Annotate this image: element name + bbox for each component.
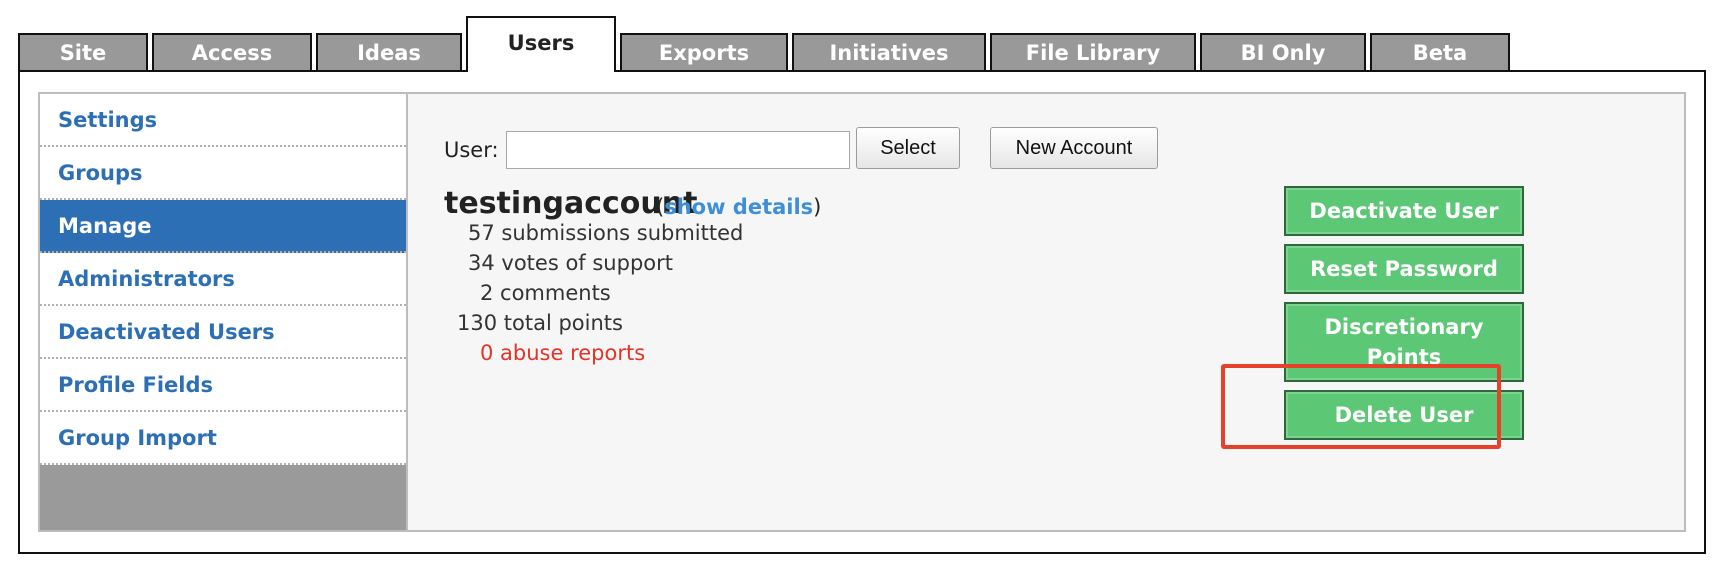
tab-users[interactable]: Users: [466, 16, 616, 72]
tab-exports[interactable]: Exports: [620, 33, 788, 71]
tab-ideas[interactable]: Ideas: [316, 33, 462, 71]
show-details-wrapper: (show details): [656, 195, 821, 219]
sidebar-item-settings[interactable]: Settings: [40, 94, 406, 147]
sidebar-item-groups[interactable]: Groups: [40, 147, 406, 200]
tab-initiatives[interactable]: Initiatives: [792, 33, 986, 71]
stat-abuse-reports[interactable]: 0 abuse reports: [480, 341, 645, 365]
stat-submissions: 57 submissions submitted: [468, 221, 744, 245]
stat-total-points: 130 total points: [457, 311, 623, 335]
deactivate-user-button[interactable]: Deactivate User: [1284, 186, 1524, 236]
users-panel: Settings Groups Manage Administrators De…: [38, 92, 1686, 532]
new-account-button[interactable]: New Account: [990, 127, 1158, 169]
user-field-label: User:: [444, 138, 499, 162]
discretionary-points-button[interactable]: Discretionary Points: [1284, 302, 1524, 382]
tab-file-library[interactable]: File Library: [990, 33, 1196, 71]
tab-bi-only[interactable]: BI Only: [1200, 33, 1366, 71]
manage-user-main: User: Select New Account testingaccount …: [410, 94, 1684, 530]
sidebar-item-manage[interactable]: Manage: [40, 200, 406, 253]
stat-comments: 2 comments: [480, 281, 611, 305]
select-button[interactable]: Select: [856, 127, 960, 169]
tab-site[interactable]: Site: [18, 33, 148, 71]
reset-password-button[interactable]: Reset Password: [1284, 244, 1524, 294]
details-paren-close: ): [813, 195, 822, 219]
sidebar-item-deactivated-users[interactable]: Deactivated Users: [40, 306, 406, 359]
stat-votes: 34 votes of support: [468, 251, 673, 275]
delete-user-button[interactable]: Delete User: [1284, 390, 1524, 440]
content-frame: Settings Groups Manage Administrators De…: [18, 70, 1706, 554]
show-details-link[interactable]: show details: [664, 195, 813, 219]
sidebar-item-group-import[interactable]: Group Import: [40, 412, 406, 465]
sidebar: Settings Groups Manage Administrators De…: [40, 94, 408, 530]
tab-beta[interactable]: Beta: [1370, 33, 1510, 71]
user-search-input[interactable]: [506, 131, 850, 169]
discretionary-label-line2: Points: [1366, 345, 1442, 369]
details-paren-open: (: [656, 195, 665, 219]
sidebar-item-profile-fields[interactable]: Profile Fields: [40, 359, 406, 412]
sidebar-item-administrators[interactable]: Administrators: [40, 253, 406, 306]
discretionary-label-line1: Discretionary: [1324, 315, 1484, 339]
tab-access[interactable]: Access: [152, 33, 312, 71]
